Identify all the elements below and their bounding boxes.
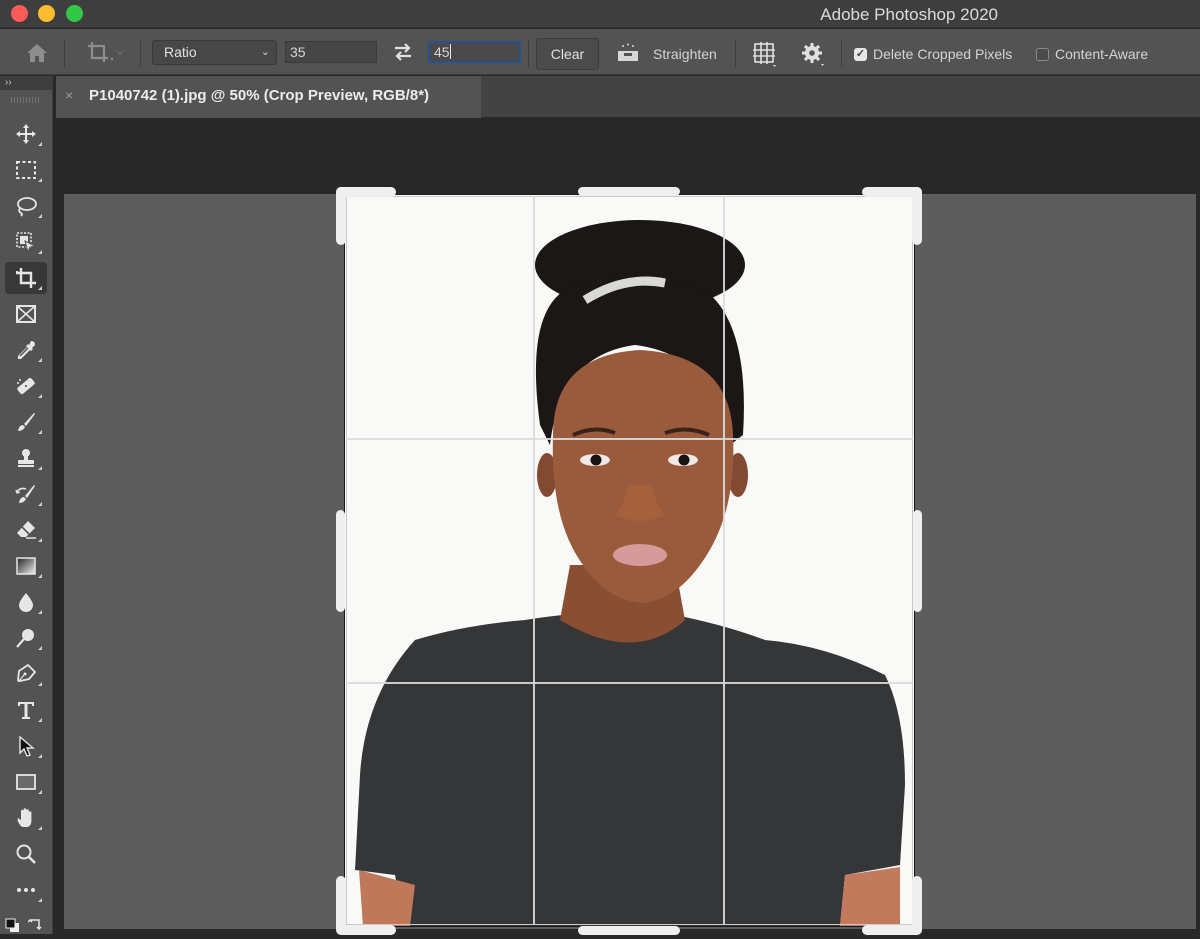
tool-more[interactable] [5, 874, 47, 906]
crop-handle-top-left-v[interactable] [336, 187, 346, 245]
crop-icon [88, 42, 124, 62]
swap-arrows-icon [395, 43, 411, 61]
swap-colors-icon [27, 918, 42, 931]
tool-path-selection[interactable] [5, 730, 47, 762]
straighten-button[interactable] [612, 40, 644, 66]
rectangle-icon [16, 774, 36, 790]
tool-eraser[interactable] [5, 514, 47, 546]
delete-cropped-pixels-label[interactable]: Delete Cropped Pixels [873, 46, 1012, 62]
crop-handle-right[interactable] [913, 510, 922, 612]
grid-overlay-icon [753, 42, 776, 67]
options-bar: Ratio ⌄ 35 45 Clear Straighten ✓ Delete … [0, 29, 1200, 75]
crop-handle-left[interactable] [336, 510, 345, 612]
zoom-icon [16, 844, 36, 864]
pen-icon [17, 663, 37, 683]
home-icon [27, 44, 47, 62]
content-aware-checkbox[interactable] [1036, 48, 1049, 61]
tool-eyedropper[interactable] [5, 334, 47, 366]
crop-handle-top-right-v[interactable] [912, 187, 922, 245]
document-title: P1040742 (1).jpg @ 50% (Crop Preview, RG… [89, 87, 430, 104]
app-title: Adobe Photoshop 2020 [820, 5, 998, 24]
history-brush-icon [15, 485, 35, 503]
collapse-panel-button[interactable]: ›› [0, 76, 53, 90]
bandage-icon [17, 377, 35, 395]
arrow-icon [19, 735, 35, 757]
overlay-options-button[interactable] [750, 40, 780, 68]
brush-icon [18, 413, 35, 431]
type-icon [18, 702, 34, 719]
text-caret [449, 44, 451, 59]
swap-colors-button[interactable] [27, 916, 44, 932]
title-bar: Adobe Photoshop 2020 [0, 0, 1200, 28]
move-icon [16, 124, 36, 144]
lips [613, 544, 667, 566]
ellipsis-icon [17, 888, 35, 892]
close-tab-icon[interactable]: × [65, 87, 73, 103]
tool-rectangle[interactable] [5, 766, 47, 798]
tool-blur[interactable] [5, 586, 47, 618]
straighten-icon [618, 43, 638, 61]
document-tab[interactable]: × P1040742 (1).jpg @ 50% (Crop Preview, … [56, 76, 481, 118]
straighten-label[interactable]: Straighten [653, 46, 717, 62]
right-arm [840, 867, 900, 926]
tools-panel: ›› [0, 76, 53, 934]
thirds-grid-line-v2 [723, 196, 725, 925]
tool-object-selection[interactable] [5, 226, 47, 258]
frame-icon [16, 305, 36, 323]
crop-width-input[interactable]: 35 [285, 41, 377, 63]
crop-height-value: 45 [434, 44, 450, 60]
swap-dimensions-button[interactable] [390, 41, 416, 63]
tool-dodge[interactable] [5, 622, 47, 654]
tool-type[interactable] [5, 694, 47, 726]
eyedropper-icon [18, 341, 35, 359]
ratio-select[interactable]: Ratio ⌄ [152, 40, 277, 65]
tool-crop[interactable] [5, 262, 47, 294]
tool-frame[interactable] [5, 298, 47, 330]
tool-history-brush[interactable] [5, 478, 47, 510]
tool-zoom[interactable] [5, 838, 47, 870]
gear-icon [802, 43, 824, 66]
home-button[interactable] [20, 39, 54, 67]
thirds-grid-line-h2 [346, 682, 913, 684]
ratio-select-value: Ratio [164, 44, 197, 60]
crop-preview-image[interactable] [345, 195, 914, 926]
eraser-icon [17, 521, 36, 539]
document-tab-bar: × P1040742 (1).jpg @ 50% (Crop Preview, … [56, 76, 1200, 118]
object-selection-icon [16, 232, 37, 254]
default-colors-button[interactable] [5, 918, 21, 934]
dodge-icon [16, 629, 34, 648]
thirds-grid-line-v1 [533, 196, 535, 925]
crop-icon [16, 268, 36, 288]
crop-settings-button[interactable] [798, 40, 828, 68]
tool-lasso[interactable] [5, 190, 47, 222]
delete-cropped-pixels-checkbox[interactable]: ✓ [854, 48, 867, 61]
crop-width-value: 35 [290, 44, 306, 60]
hand-icon [17, 808, 32, 827]
tool-spot-healing[interactable] [5, 370, 47, 402]
portrait-photo [345, 195, 914, 926]
tool-hand[interactable] [5, 802, 47, 834]
default-colors-icon [5, 918, 19, 932]
crop-handle-top[interactable] [578, 187, 680, 196]
crop-height-input[interactable]: 45 [428, 41, 521, 63]
stamp-icon [18, 449, 34, 467]
gradient-icon [16, 557, 36, 575]
content-aware-label[interactable]: Content-Aware [1055, 46, 1148, 62]
tool-clone-stamp[interactable] [5, 442, 47, 474]
tool-preset-picker[interactable] [78, 38, 130, 68]
chevron-down-icon: ⌄ [260, 46, 270, 58]
tool-marquee[interactable] [5, 154, 47, 186]
panel-grip[interactable] [11, 97, 39, 103]
marquee-icon [16, 161, 36, 179]
tool-move[interactable] [5, 118, 47, 150]
shirt-shape [355, 613, 905, 926]
drop-icon [19, 593, 33, 612]
tool-gradient[interactable] [5, 550, 47, 582]
tool-pen[interactable] [5, 658, 47, 690]
clear-button[interactable]: Clear [536, 38, 599, 70]
thirds-grid-line-h1 [346, 438, 913, 440]
tool-brush[interactable] [5, 406, 47, 438]
lasso-icon [17, 197, 37, 217]
